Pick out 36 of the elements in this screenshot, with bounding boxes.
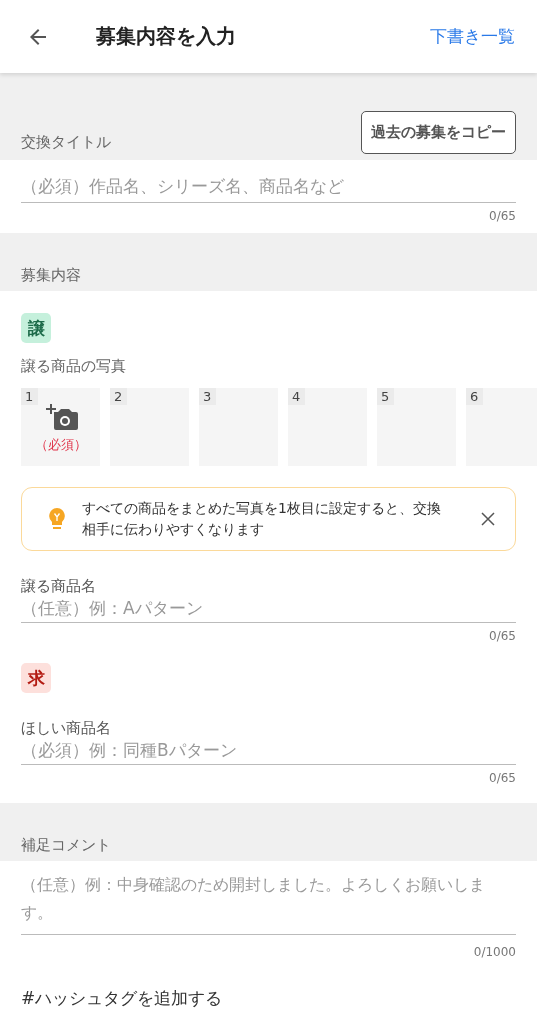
slot-number: 5 — [377, 388, 395, 405]
add-hashtag-link[interactable]: #ハッシュタグを追加する — [21, 988, 223, 1008]
photo-slot[interactable]: 2 — [110, 388, 189, 466]
character-count: 0/1000 — [473, 945, 516, 959]
photo-slot[interactable]: 1 （必須） — [21, 388, 100, 466]
field-label: 譲る商品名 — [21, 577, 97, 596]
slot-number: 1 — [21, 388, 39, 405]
character-count: 0/65 — [489, 771, 516, 785]
lightbulb-icon — [48, 507, 66, 531]
title-input-field[interactable]: （必須）作品名、シリーズ名、商品名など — [21, 172, 516, 203]
page-title: 募集内容を入力 — [96, 23, 237, 50]
required-note: （必須） — [34, 436, 87, 454]
section-label: 交換タイトル — [21, 133, 111, 152]
photo-slot[interactable]: 5 — [377, 388, 456, 466]
slot-number: 3 — [199, 388, 217, 405]
field-label: 譲る商品の写真 — [21, 357, 127, 376]
close-icon[interactable] — [481, 512, 495, 526]
give-badge: 譲 — [21, 313, 51, 343]
tip-text: すべての商品をまとめた写真を1枚目に設定すると、交換相手に伝わりやすくなります — [82, 499, 441, 539]
section-label: 補足コメント — [21, 836, 111, 855]
photo-slot[interactable]: 3 — [199, 388, 278, 466]
give-name-input-field[interactable]: （任意）例：Aパターン — [21, 596, 516, 623]
slot-number: 6 — [466, 388, 484, 405]
photo-slot[interactable]: 6 — [466, 388, 537, 466]
photo-slot[interactable]: 4 — [288, 388, 367, 466]
slot-number: 2 — [110, 388, 128, 405]
want-badge: 求 — [21, 663, 51, 693]
field-label: ほしい商品名 — [21, 719, 112, 738]
drafts-link[interactable]: 下書き一覧 — [430, 25, 515, 48]
character-count: 0/65 — [489, 209, 516, 223]
add-camera-icon — [43, 404, 78, 432]
character-count: 0/65 — [489, 629, 516, 643]
want-name-input-field[interactable]: （必須）例：同種Bパターン — [21, 738, 516, 765]
slot-number: 4 — [288, 388, 306, 405]
copy-past-button[interactable]: 過去の募集をコピー — [361, 111, 516, 154]
section-label: 募集内容 — [21, 266, 81, 285]
